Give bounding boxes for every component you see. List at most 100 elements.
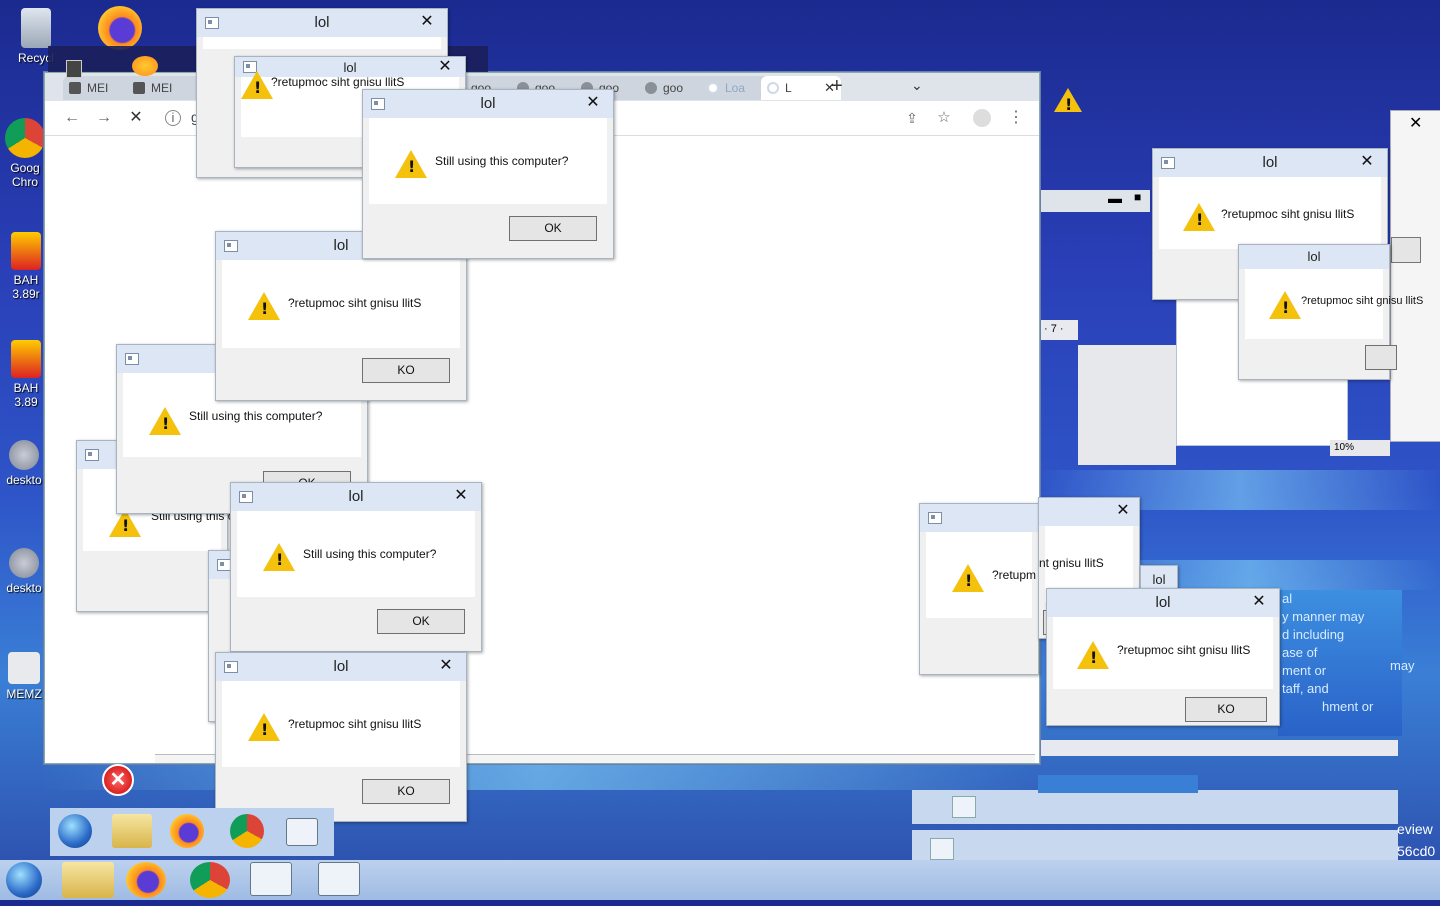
explorer-icon[interactable] (112, 814, 152, 848)
document-taskbar-icon[interactable] (250, 862, 292, 896)
dialog-title: lol (343, 60, 357, 75)
tab-label: MEI (87, 81, 109, 95)
desktop-icon-label: MEMZ (6, 687, 42, 701)
dialog-message: ?retupmoc siht gnisu llitS (271, 75, 405, 89)
dialog-body (203, 37, 441, 49)
ok-button[interactable]: KO (362, 779, 450, 804)
info-icon[interactable]: i (165, 110, 181, 126)
close-icon[interactable]: ✕ (1409, 113, 1422, 133)
document-text-fragment: al y manner may d including ase of ment … (1278, 590, 1402, 736)
ghost-taskbar (50, 808, 334, 856)
firefox-taskbar-icon[interactable] (126, 862, 166, 898)
error-icon: ✕ (102, 764, 134, 796)
share-icon[interactable]: ⇪ (901, 107, 923, 129)
desktop-ini-icon-2[interactable]: deskto (2, 548, 46, 595)
dialog-title: lol (480, 95, 496, 112)
close-icon[interactable]: ✕ (1249, 589, 1269, 617)
dialog-title: lol (1155, 594, 1171, 611)
globe-icon (645, 82, 657, 94)
start-orb-icon[interactable] (6, 862, 42, 898)
wordpad-taskbar-icon[interactable] (318, 862, 360, 896)
dialog-message: nt gnisu llitS (1039, 556, 1104, 570)
dialog-title: lol (333, 658, 349, 675)
dialog-message: Still using this computer? (303, 547, 437, 561)
dialog-title: lol (333, 237, 349, 254)
ok-button[interactable]: OK (377, 609, 465, 634)
warning-icon (395, 150, 427, 178)
ok-button[interactable]: KO (362, 358, 450, 383)
tab-memz-2[interactable]: MEI (127, 76, 207, 100)
loading-spinner-icon (767, 82, 779, 94)
maximize-icon[interactable]: ■ (1134, 190, 1141, 204)
taskbar (0, 860, 1440, 900)
wallpaper-streak (40, 760, 1040, 790)
dialog-message: ?retupmoc siht gnisu llitS (1221, 207, 1355, 221)
document-page-fragment (1078, 345, 1176, 465)
window-icon (928, 512, 942, 524)
ghost-scrollbar[interactable] (1038, 740, 1398, 756)
stop-icon[interactable]: ✕ (125, 107, 147, 129)
ok-button-fragment[interactable] (1391, 237, 1421, 263)
dialog-title: lol (348, 488, 364, 505)
close-icon[interactable]: ✕ (435, 57, 455, 77)
memz-app-icon (8, 652, 40, 684)
bookmark-star-icon[interactable]: ☆ (933, 107, 955, 129)
dialog-titlebar: lol ✕ (197, 9, 447, 37)
dialog-title: lol (1307, 249, 1321, 264)
start-orb-icon[interactable] (58, 814, 92, 848)
dialog-body: ?retupmoc siht gnisu llitS (222, 681, 460, 767)
notif-line: 56cd0 (1397, 843, 1436, 859)
gear-icon (9, 548, 39, 578)
dialog-message: ?retupmoc siht gnisu llitS (1117, 643, 1251, 657)
forward-icon[interactable]: → (93, 107, 115, 129)
dialog-body: ?retupmoc siht gnisu llitS (1159, 177, 1381, 249)
minimize-icon[interactable]: ▬ (1108, 190, 1122, 206)
memz-icon[interactable]: MEMZ (2, 652, 46, 701)
chrome-shortcut-icon[interactable]: Goog Chro (0, 118, 50, 189)
dialog-body: Still using this computer? (237, 511, 475, 597)
close-icon[interactable]: ✕ (1113, 498, 1133, 526)
explorer-taskbar-icon[interactable] (62, 862, 114, 898)
desktop-icon-label: deskto (6, 581, 42, 595)
dialog-title: lol (314, 14, 330, 31)
dialog-message: ?retupmoc siht gnisu llitS (288, 717, 422, 731)
trash-icon (66, 60, 82, 78)
back-icon[interactable]: ← (61, 107, 83, 129)
dialog-body: ?retupm (926, 532, 1036, 618)
train-icon (11, 232, 41, 270)
chrome-taskbar-icon[interactable] (190, 862, 230, 898)
message-dialog: lol ✕ ?retupmoc siht gnisu llitS KO (1046, 588, 1280, 726)
bah-shortcut-icon[interactable]: BAH 3.89r (4, 232, 48, 301)
ok-button[interactable]: KO (1185, 697, 1267, 722)
window-icon (224, 661, 238, 673)
wordpad-icon[interactable] (952, 796, 976, 818)
close-icon[interactable]: ✕ (583, 90, 603, 118)
close-icon[interactable]: ✕ (417, 9, 437, 37)
bah-shortcut-icon-2[interactable]: BAH 3.89 (4, 340, 48, 409)
desktop-ini-icon[interactable]: deskto (2, 440, 46, 487)
close-icon[interactable]: ✕ (436, 653, 456, 681)
menu-kebab-icon[interactable]: ⋮ (1005, 107, 1027, 129)
ok-button[interactable]: OK (509, 216, 597, 241)
firefox-icon (98, 6, 142, 50)
close-icon[interactable]: ✕ (1357, 149, 1377, 177)
ghost-taskbar-strip (912, 790, 1398, 824)
gear-icon (9, 440, 39, 470)
new-tab-icon[interactable]: + (831, 75, 843, 98)
ok-button[interactable] (1365, 345, 1397, 370)
desktop-icon-label: Goog Chro (10, 161, 40, 189)
document-icon[interactable] (286, 818, 318, 846)
firefox-icon[interactable] (170, 814, 204, 848)
warning-icon (952, 564, 984, 592)
close-icon[interactable]: ✕ (451, 483, 471, 511)
profile-avatar-icon[interactable] (973, 109, 991, 127)
wordpad-icon[interactable] (930, 838, 954, 860)
warning-icon (248, 292, 280, 320)
warning-icon (1183, 203, 1215, 231)
chrome-icon[interactable] (230, 814, 264, 848)
chevron-down-icon[interactable]: ⌄ (911, 77, 923, 94)
tab-active[interactable]: L ✕ (761, 76, 841, 100)
window-icon (125, 353, 139, 365)
message-dialog: lol ✕ ?retupmoc siht gnisu llitS KO (215, 652, 467, 822)
doc-line: ase of (1282, 645, 1318, 660)
